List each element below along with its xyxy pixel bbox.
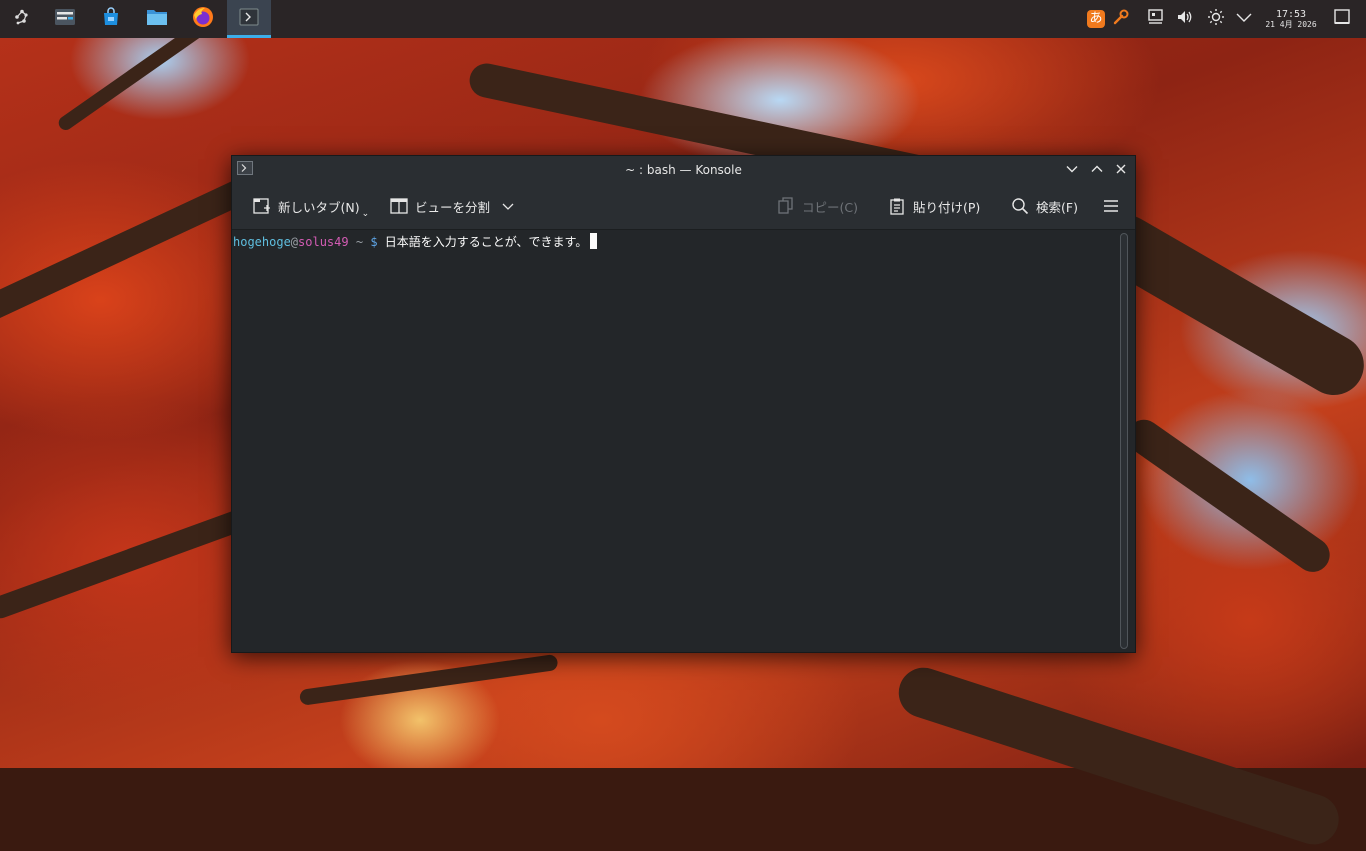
new-tab-label: 新しいタブ(N): [278, 199, 360, 215]
minimize-button[interactable]: [1062, 160, 1082, 180]
chevron-down-icon: [1065, 161, 1079, 180]
copy-label: コピー(C): [802, 199, 858, 215]
prompt-symbol: $: [370, 235, 378, 249]
terminal-icon: [239, 8, 259, 30]
split-view-button[interactable]: ビューを分割: [389, 193, 514, 219]
ime-hiragana-icon: あ: [1087, 10, 1105, 28]
top-panel: あ 17:53 21 4月 2026: [0, 0, 1366, 38]
tray-tools[interactable]: [1110, 8, 1132, 30]
tray-volume[interactable]: [1174, 8, 1196, 30]
chevron-up-icon: [1090, 161, 1104, 180]
maximize-button[interactable]: [1087, 160, 1107, 180]
close-button[interactable]: [1111, 160, 1131, 180]
prompt-cwd: ~: [355, 235, 364, 249]
task-firefox[interactable]: [181, 0, 225, 38]
konsole-window: ~ : bash — Konsole 新しいタブ(N) ⌄ ビューを分割 コピー…: [231, 155, 1136, 653]
tray-expand[interactable]: [1233, 8, 1255, 30]
wallpaper-branch: [1120, 413, 1337, 579]
find-label: 検索(F): [1036, 199, 1078, 215]
chevron-down-icon[interactable]: [502, 200, 514, 212]
command-text: 日本語を入力することが、できます。: [384, 235, 588, 249]
copy-icon: [776, 196, 796, 216]
copy-button[interactable]: コピー(C): [776, 193, 858, 219]
prompt-user: hogehoge: [233, 235, 291, 249]
split-view-label: ビューを分割: [415, 199, 491, 215]
task-system-settings[interactable]: [43, 0, 87, 38]
terminal-scrollbar[interactable]: [1120, 233, 1128, 649]
clipboard-icon: [887, 196, 907, 216]
firefox-icon: [192, 6, 214, 32]
task-konsole[interactable]: [227, 0, 271, 38]
find-button[interactable]: 検索(F): [1010, 193, 1078, 219]
show-desktop-icon: [1333, 8, 1351, 30]
show-desktop-button[interactable]: [1331, 8, 1353, 30]
network-wired-icon: [1147, 8, 1165, 30]
folder-icon: [146, 7, 168, 31]
speaker-icon: [1176, 8, 1194, 30]
paste-label: 貼り付け(P): [913, 199, 981, 215]
hamburger-menu-button[interactable]: [1101, 193, 1121, 219]
window-title: ~ : bash — Konsole: [625, 163, 742, 177]
konsole-toolbar: 新しいタブ(N) ⌄ ビューを分割 コピー(C) 貼り付け(P) 検索(F): [232, 184, 1135, 230]
settings-panel-icon: [54, 7, 76, 31]
wrench-icon: [1112, 8, 1130, 30]
close-icon: [1114, 161, 1128, 180]
task-file-manager[interactable]: [135, 0, 179, 38]
digital-clock[interactable]: 17:53 21 4月 2026: [1262, 9, 1320, 30]
text-cursor: [590, 233, 598, 249]
wallpaper-branch: [892, 661, 1346, 851]
application-launcher[interactable]: [0, 0, 44, 38]
chevron-down-small-icon: ⌄: [361, 209, 370, 219]
wallpaper-branch: [0, 174, 258, 325]
task-software-center[interactable]: [89, 0, 133, 38]
shopping-bag-icon: [101, 7, 121, 31]
terminal-view[interactable]: hogehoge@solus49 ~ $ 日本語を入力することが、できます。: [232, 230, 1115, 651]
search-icon: [1010, 196, 1030, 216]
prompt-line: hogehoge@solus49 ~ $ 日本語を入力することが、できます。: [233, 233, 598, 250]
split-view-icon: [389, 196, 409, 216]
hamburger-menu-icon: [1101, 196, 1121, 216]
clock-date: 21 4月 2026: [1265, 20, 1317, 29]
chevron-down-icon: [1235, 8, 1253, 30]
input-method-indicator[interactable]: あ: [1085, 8, 1107, 30]
kickoff-launcher-icon: [13, 8, 31, 30]
tray-brightness[interactable]: [1205, 8, 1227, 30]
paste-button[interactable]: 貼り付け(P): [887, 193, 980, 219]
new-tab-icon: [252, 196, 272, 216]
prompt-host: solus49: [298, 235, 349, 249]
clock-time: 17:53: [1275, 9, 1307, 20]
tray-network[interactable]: [1145, 8, 1167, 30]
prompt-at: @: [290, 235, 299, 249]
new-tab-button[interactable]: 新しいタブ(N) ⌄: [252, 193, 369, 219]
sun-icon: [1207, 8, 1225, 30]
wallpaper-branch: [298, 653, 559, 706]
window-titlebar[interactable]: ~ : bash — Konsole: [232, 156, 1135, 184]
